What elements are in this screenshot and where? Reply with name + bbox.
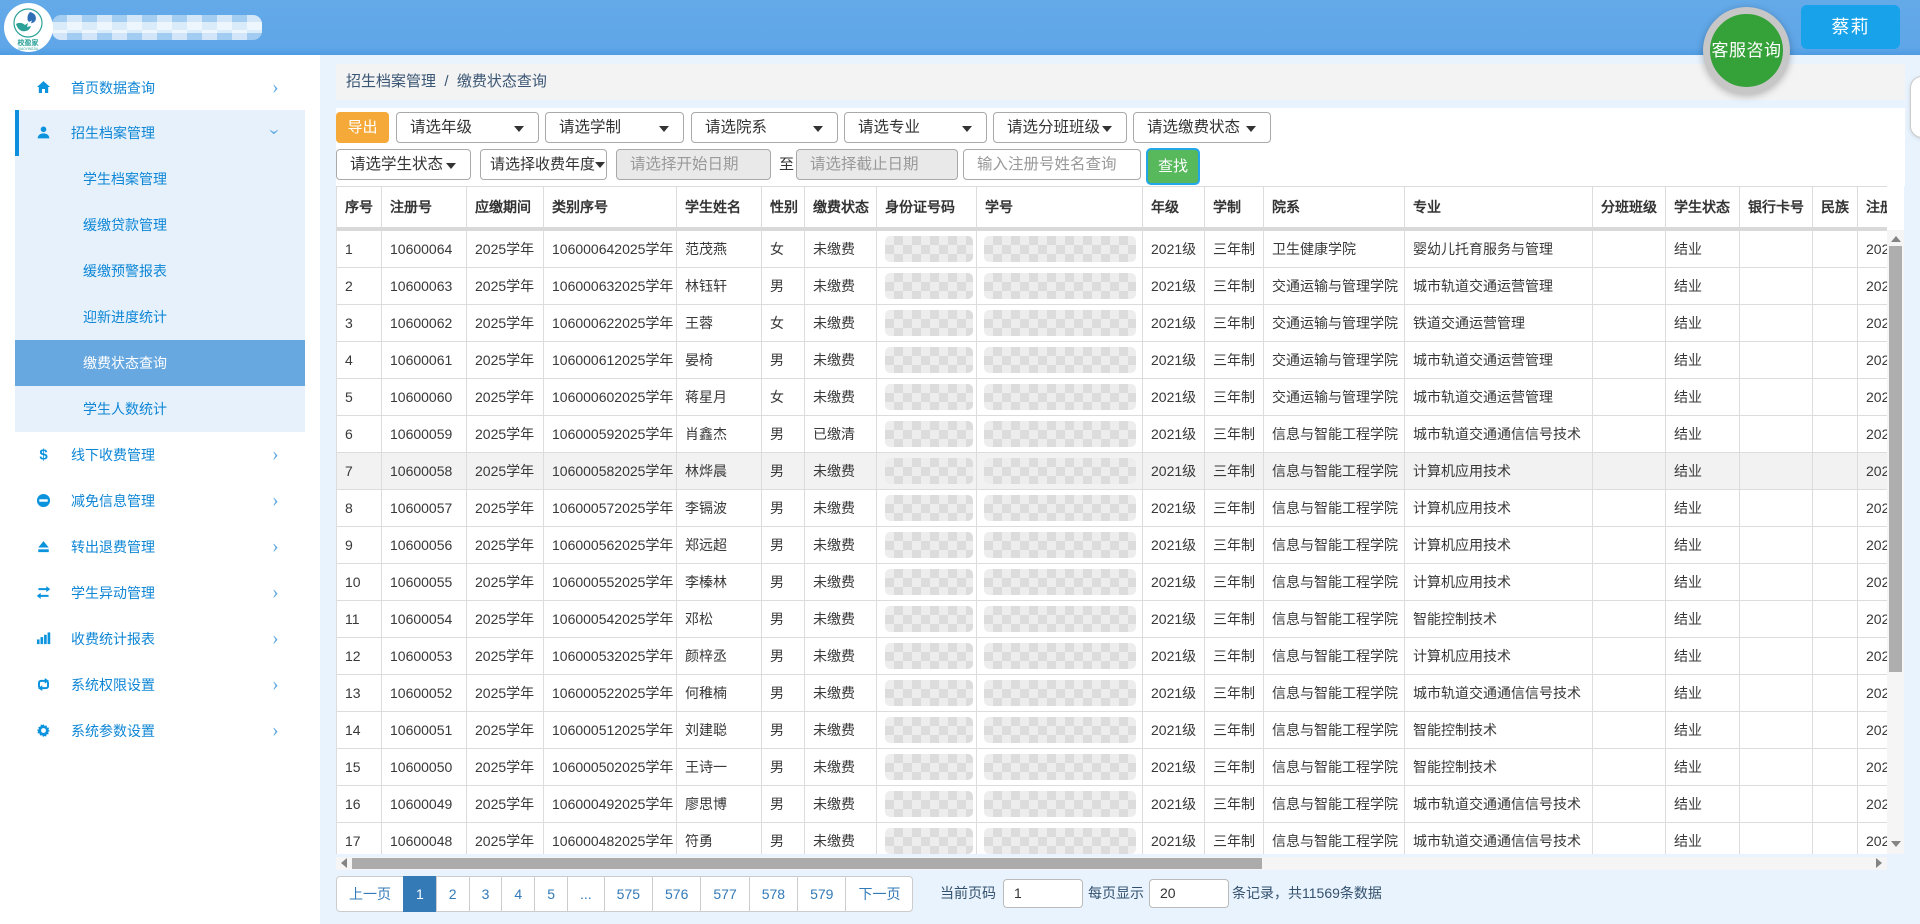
svg-text:校盈家: 校盈家 <box>18 38 40 47</box>
svg-text:$: $ <box>39 447 48 462</box>
svg-text:XIAOYINGJIA: XIAOYINGJIA <box>18 47 39 51</box>
